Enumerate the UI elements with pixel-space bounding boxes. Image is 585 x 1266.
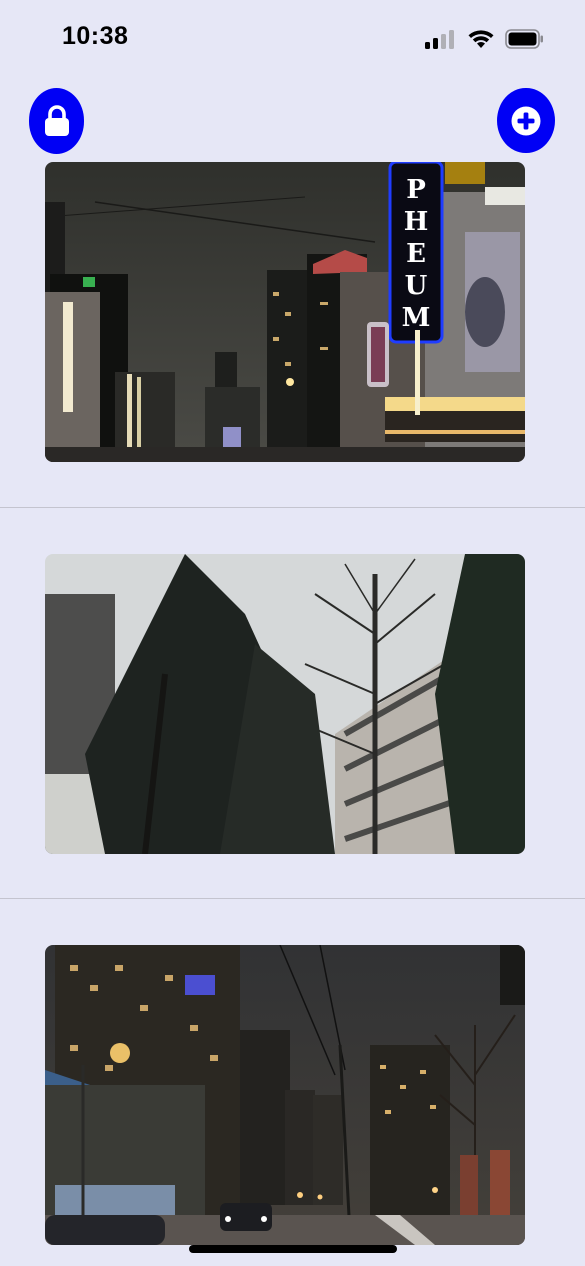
add-button[interactable]: [497, 88, 555, 153]
home-indicator[interactable]: [189, 1245, 397, 1253]
photo-2-image: [45, 554, 525, 854]
battery-icon: [505, 29, 545, 49]
photo-3[interactable]: [45, 945, 525, 1245]
status-bar: 10:38: [0, 0, 585, 78]
lock-button[interactable]: [29, 88, 84, 154]
separator: [0, 898, 585, 899]
photo-1[interactable]: P H E U M: [45, 162, 525, 462]
sign-letter: H: [404, 207, 429, 237]
wifi-icon: [467, 29, 495, 49]
sign-letter: M: [402, 303, 431, 333]
cellular-signal-icon: [425, 29, 457, 49]
photo-3-image: [45, 945, 525, 1245]
sign-letter: E: [406, 239, 426, 269]
sign-letter: U: [405, 271, 428, 301]
sign-letter: P: [406, 175, 426, 205]
lock-icon: [43, 105, 71, 137]
status-time: 10:38: [62, 22, 129, 50]
status-icons: [425, 27, 545, 51]
photo-2[interactable]: [45, 554, 525, 854]
plus-icon: [511, 106, 541, 136]
separator: [0, 507, 585, 508]
photo-1-image: P H E U M: [45, 162, 525, 462]
